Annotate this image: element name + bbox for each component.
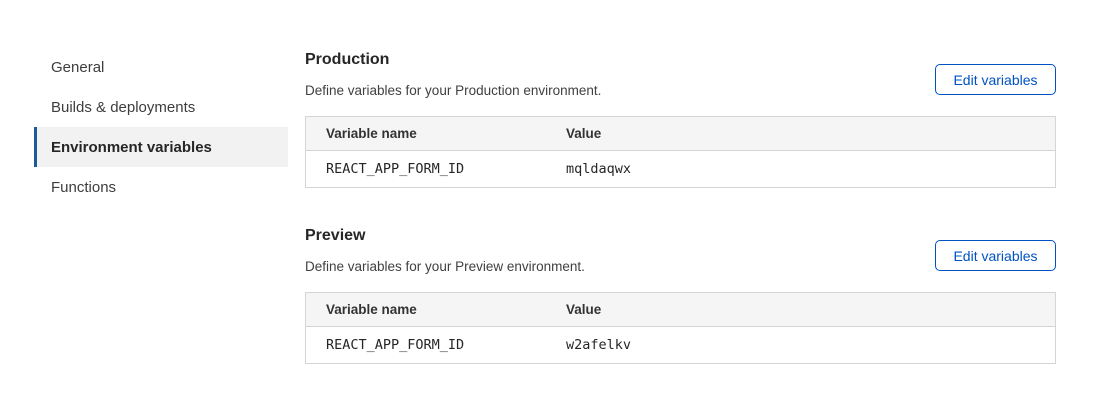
variable-value-cell: mqldaqwx	[546, 151, 1055, 187]
table-header-row: Variable name Value	[306, 117, 1055, 151]
production-section: Production Define variables for your Pro…	[305, 50, 1056, 188]
preview-variables-table: Variable name Value REACT_APP_FORM_ID w2…	[305, 292, 1056, 364]
column-header-value: Value	[546, 293, 1055, 326]
column-header-value: Value	[546, 117, 1055, 150]
table-row: REACT_APP_FORM_ID mqldaqwx	[306, 151, 1055, 187]
variable-name-cell: REACT_APP_FORM_ID	[306, 151, 546, 187]
environment-variables-panel: Production Define variables for your Pro…	[305, 50, 1056, 364]
preview-section: Preview Define variables for your Previe…	[305, 226, 1056, 364]
table-header-row: Variable name Value	[306, 293, 1055, 327]
variable-value-cell: w2afelkv	[546, 327, 1055, 363]
production-edit-variables-button[interactable]: Edit variables	[935, 64, 1056, 95]
sidebar-item-general[interactable]: General	[34, 47, 288, 87]
sidebar-item-functions[interactable]: Functions	[34, 167, 288, 207]
column-header-variable-name: Variable name	[306, 293, 546, 326]
settings-sidebar: General Builds & deployments Environment…	[34, 47, 288, 207]
preview-edit-variables-button[interactable]: Edit variables	[935, 240, 1056, 271]
variable-name-cell: REACT_APP_FORM_ID	[306, 327, 546, 363]
table-row: REACT_APP_FORM_ID w2afelkv	[306, 327, 1055, 363]
sidebar-item-environment-variables[interactable]: Environment variables	[34, 127, 288, 167]
column-header-variable-name: Variable name	[306, 117, 546, 150]
sidebar-item-builds-deployments[interactable]: Builds & deployments	[34, 87, 288, 127]
production-variables-table: Variable name Value REACT_APP_FORM_ID mq…	[305, 116, 1056, 188]
